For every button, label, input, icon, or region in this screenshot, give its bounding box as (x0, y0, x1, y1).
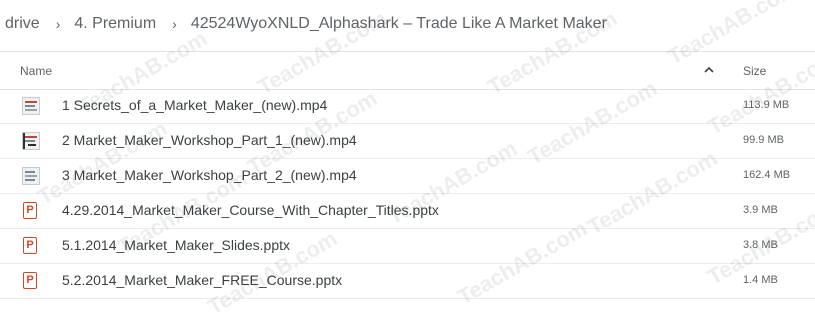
sort-ascending-icon[interactable] (704, 62, 714, 77)
powerpoint-icon: P (23, 237, 37, 254)
chevron-right-icon: › (172, 16, 177, 32)
file-row[interactable]: 1 Secrets_of_a_Market_Maker_(new).mp4 11… (0, 89, 815, 124)
powerpoint-icon: P (23, 202, 37, 219)
file-name: 5.2.2014_Market_Maker_FREE_Course.pptx (62, 272, 343, 288)
column-header-size[interactable]: Size (743, 64, 766, 78)
file-name: 5.1.2014_Market_Maker_Slides.pptx (62, 237, 291, 253)
video-icon (22, 132, 40, 150)
chevron-right-icon: › (55, 16, 61, 32)
powerpoint-icon: P (23, 272, 37, 289)
breadcrumb: l drive › 4. Premium › 42524WyoXNLD_Alph… (0, 0, 815, 48)
file-row[interactable]: P 4.29.2014_Market_Maker_Course_With_Cha… (0, 194, 815, 229)
video-icon (22, 167, 40, 185)
breadcrumb-item-drive[interactable]: l drive (0, 15, 40, 33)
file-row[interactable]: 2 Market_Maker_Workshop_Part_1_(new).mp4… (0, 124, 815, 159)
breadcrumb-item-current-folder[interactable]: 42524WyoXNLD_Alphashark – Trade Like A M… (191, 15, 607, 33)
file-size: 162.4 MB (743, 169, 791, 181)
file-name: 1 Secrets_of_a_Market_Maker_(new).mp4 (62, 97, 328, 113)
file-size: 113.9 MB (743, 99, 790, 111)
file-size: 3.9 MB (743, 204, 778, 216)
file-row[interactable]: P 5.2.2014_Market_Maker_FREE_Course.pptx… (0, 264, 815, 299)
file-name: 3 Market_Maker_Workshop_Part_2_(new).mp4 (62, 167, 357, 183)
file-name: 2 Market_Maker_Workshop_Part_1_(new).mp4 (62, 132, 357, 148)
breadcrumb-item-premium[interactable]: 4. Premium (74, 15, 156, 33)
video-icon (22, 97, 40, 115)
file-size: 3.8 MB (743, 239, 778, 251)
file-row[interactable]: 3 Market_Maker_Workshop_Part_2_(new).mp4… (0, 159, 815, 194)
file-size: 99.9 MB (743, 134, 784, 146)
file-row[interactable]: P 5.1.2014_Market_Maker_Slides.pptx 3.8 … (0, 229, 815, 264)
file-size: 1.4 MB (743, 274, 778, 286)
file-name: 4.29.2014_Market_Maker_Course_With_Chapt… (62, 202, 439, 218)
column-header-name[interactable]: Name (20, 64, 52, 78)
file-list-header: Name Size (0, 52, 815, 89)
